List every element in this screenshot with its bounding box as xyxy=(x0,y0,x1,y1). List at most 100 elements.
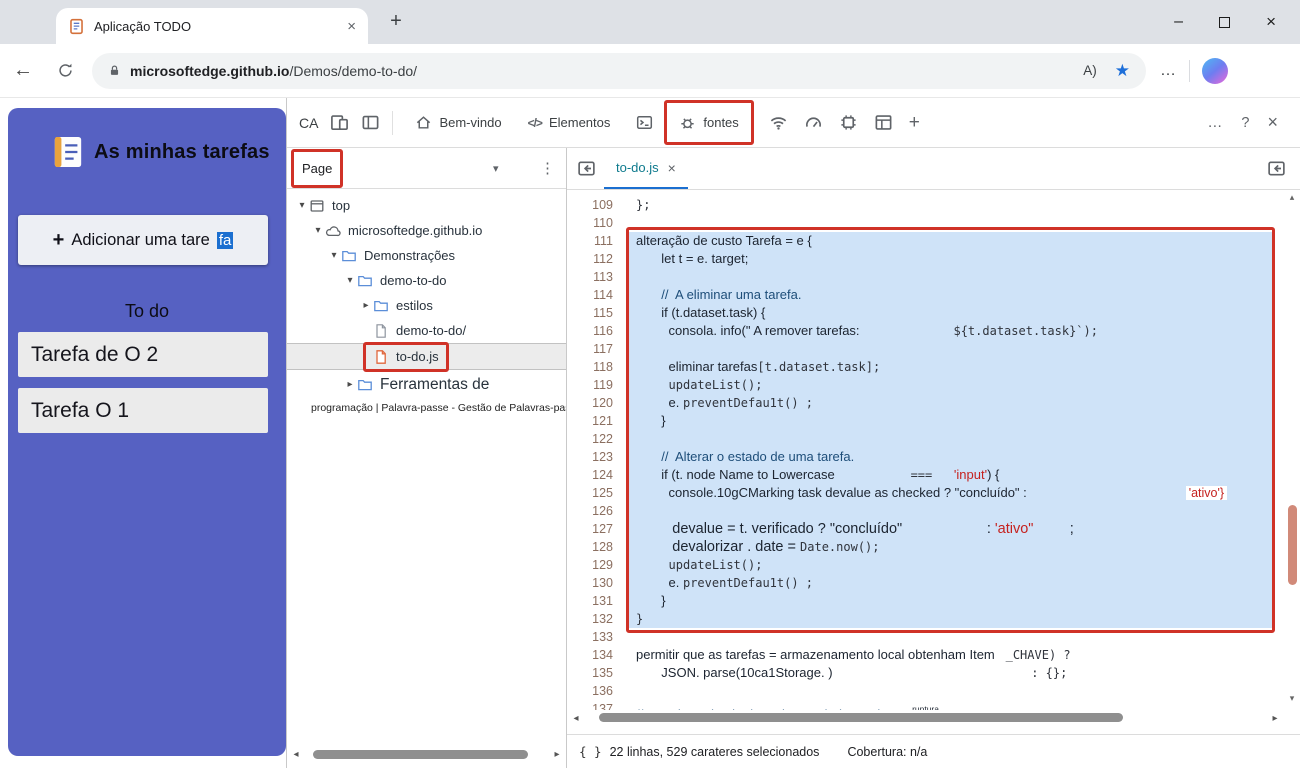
line-number[interactable]: 109 xyxy=(567,196,629,214)
line-content[interactable]: // Combate de ala de rack com dados anti… xyxy=(629,700,1272,710)
line-content[interactable]: // A eliminar uma tarefa. xyxy=(629,286,1272,304)
line-content[interactable] xyxy=(629,502,1272,520)
tab-page[interactable]: Page xyxy=(302,161,332,176)
line-number[interactable]: 128 xyxy=(567,538,629,556)
line-content[interactable]: eliminar tarefas[t.dataset.task]; xyxy=(629,358,1272,376)
line-content[interactable]: permitir que as tarefas = armazenamento … xyxy=(629,646,1272,664)
address-bar[interactable]: microsoftedge.github.io/Demos/demo-to-do… xyxy=(92,52,1146,89)
dock-panel-icon[interactable] xyxy=(361,113,380,132)
line-content[interactable] xyxy=(629,268,1272,286)
line-number[interactable]: 117 xyxy=(567,340,629,358)
line-number[interactable]: 137 xyxy=(567,700,629,710)
format-braces-icon[interactable]: { } xyxy=(579,744,602,759)
line-content[interactable] xyxy=(629,214,1272,232)
devtools-tab-elements[interactable]: </> Elementos xyxy=(518,98,621,147)
line-number[interactable]: 130 xyxy=(567,574,629,592)
line-number[interactable]: 113 xyxy=(567,268,629,286)
browser-tab[interactable]: Aplicação TODO × xyxy=(56,8,368,44)
scroll-up-icon[interactable]: ▴ xyxy=(1285,192,1299,203)
line-content[interactable] xyxy=(629,682,1272,700)
navigate-back-icon[interactable] xyxy=(577,159,596,178)
line-number[interactable]: 126 xyxy=(567,502,629,520)
line-number[interactable]: 118 xyxy=(567,358,629,376)
chevron-down-icon[interactable]: ▾ xyxy=(311,225,325,236)
line-number[interactable]: 129 xyxy=(567,556,629,574)
line-content[interactable]: }; xyxy=(629,196,1272,214)
browser-menu-icon[interactable]: … xyxy=(1160,62,1177,80)
line-number[interactable]: 135 xyxy=(567,664,629,682)
new-tab-button[interactable]: + xyxy=(384,10,408,33)
line-content[interactable]: updateList(); xyxy=(629,376,1272,394)
line-content[interactable]: updateList(); xyxy=(629,556,1272,574)
line-number[interactable]: 110 xyxy=(567,214,629,232)
close-tab-icon[interactable]: × xyxy=(668,160,676,176)
chevron-down-icon[interactable]: ▾ xyxy=(327,250,341,261)
maximize-button[interactable] xyxy=(1219,16,1231,28)
line-content[interactable]: if (t.dataset.task) { xyxy=(629,304,1272,322)
editor-horizontal-scrollbar[interactable]: ◂ ▸ xyxy=(569,710,1282,726)
line-content[interactable]: e. preventDefau1t() ; xyxy=(629,574,1272,592)
chevron-down-icon[interactable]: ▾ xyxy=(343,275,357,286)
line-content[interactable]: JSON. parse(10ca1Storage. ) : {}; xyxy=(629,664,1272,682)
device-emulation-icon[interactable] xyxy=(330,113,349,132)
line-content[interactable]: consola. info(" A remover tarefas: ${t.d… xyxy=(629,322,1272,340)
devtools-more-icon[interactable]: … xyxy=(1207,114,1223,131)
scrollbar-thumb[interactable] xyxy=(599,713,1123,722)
line-content[interactable]: devalorizar . date = Date.now(); xyxy=(629,538,1272,556)
close-window-button[interactable]: × xyxy=(1266,12,1276,32)
kebab-menu-icon[interactable]: ⋮ xyxy=(540,159,555,177)
tree-item-microsoftedge-github-io[interactable]: ▾ microsoftedge.github.io xyxy=(287,218,566,243)
line-number[interactable]: 136 xyxy=(567,682,629,700)
minimize-button[interactable]: – xyxy=(1174,13,1183,31)
editor-tab-todojs[interactable]: to-do.js × xyxy=(604,148,688,189)
line-content[interactable]: } xyxy=(629,412,1272,430)
devtools-tab-sources[interactable]: fontes xyxy=(669,98,748,147)
line-number[interactable]: 120 xyxy=(567,394,629,412)
devtools-tab-welcome[interactable]: Bem-vindo xyxy=(405,98,511,147)
tree-item-estilos[interactable]: ▸ estilos xyxy=(287,293,566,318)
line-content[interactable] xyxy=(629,430,1272,448)
chevron-down-icon[interactable]: ▾ xyxy=(295,200,309,211)
network-icon[interactable] xyxy=(769,113,788,132)
devtools-tab-console[interactable] xyxy=(626,98,663,147)
scroll-left-icon[interactable]: ◂ xyxy=(569,713,583,724)
line-number[interactable]: 122 xyxy=(567,430,629,448)
line-content[interactable]: } xyxy=(629,610,1272,628)
read-aloud-icon[interactable]: A) xyxy=(1083,63,1097,78)
line-number[interactable]: 112 xyxy=(567,250,629,268)
line-number[interactable]: 134 xyxy=(567,646,629,664)
vertical-scrollbar[interactable]: ▴ ▾ xyxy=(1285,192,1299,704)
line-content[interactable] xyxy=(629,628,1272,646)
line-content[interactable]: alteração de custo Tarefa = e { xyxy=(629,232,1272,250)
line-number[interactable]: 116 xyxy=(567,322,629,340)
line-number[interactable]: 131 xyxy=(567,592,629,610)
line-number[interactable]: 124 xyxy=(567,466,629,484)
line-content[interactable] xyxy=(629,340,1272,358)
memory-icon[interactable] xyxy=(839,113,858,132)
line-number[interactable]: 133 xyxy=(567,628,629,646)
line-number[interactable]: 115 xyxy=(567,304,629,322)
line-number[interactable]: 127 xyxy=(567,520,629,538)
application-icon[interactable] xyxy=(874,113,893,132)
performance-icon[interactable] xyxy=(804,113,823,132)
tree-item-demo-to-do[interactable]: demo-to-do/ xyxy=(287,318,566,343)
scroll-left-icon[interactable]: ◂ xyxy=(289,749,303,760)
favorite-star-icon[interactable]: ★ xyxy=(1115,61,1130,81)
chevron-down-icon[interactable]: ▾ xyxy=(493,162,499,175)
tree-item-demonstra-es[interactable]: ▾ Demonstrações xyxy=(287,243,566,268)
chevron-right-icon[interactable]: ▸ xyxy=(343,379,357,390)
line-content[interactable]: devalue = t. verificado ? "concluído" : … xyxy=(629,520,1272,538)
add-task-button[interactable]: + Adicionar uma tare fa xyxy=(18,215,268,265)
line-number[interactable]: 132 xyxy=(567,610,629,628)
todo-task-item[interactable]: Tarefa O 1 xyxy=(18,388,268,433)
line-number[interactable]: 121 xyxy=(567,412,629,430)
scroll-right-icon[interactable]: ▸ xyxy=(550,749,564,760)
copilot-icon[interactable] xyxy=(1202,57,1228,84)
scroll-right-icon[interactable]: ▸ xyxy=(1268,713,1282,724)
back-button[interactable]: ← xyxy=(0,59,46,82)
sidebar-horizontal-scrollbar[interactable]: ◂ ▸ xyxy=(289,747,564,762)
line-content[interactable]: console.10gCMarking task devalue as chec… xyxy=(629,484,1272,502)
line-number[interactable]: 125 xyxy=(567,484,629,502)
close-devtools-icon[interactable]: × xyxy=(1267,112,1278,133)
line-content[interactable]: e. preventDefau1t() ; xyxy=(629,394,1272,412)
